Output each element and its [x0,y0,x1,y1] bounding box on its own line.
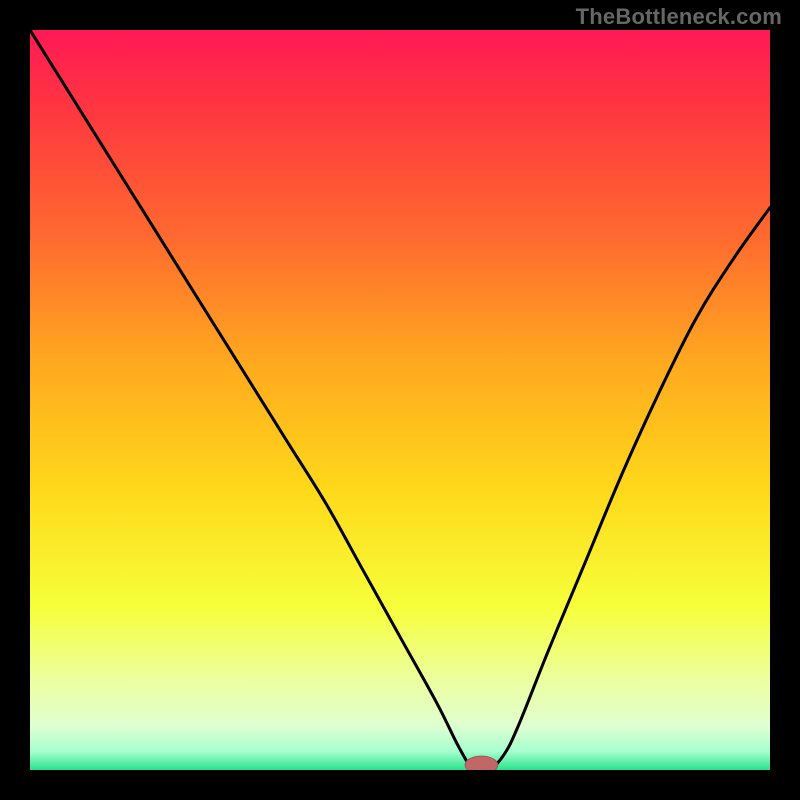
optimal-point-marker [465,756,498,770]
watermark-text: TheBottleneck.com [576,4,782,30]
plot-background [30,30,770,770]
chart-frame: TheBottleneck.com [0,0,800,800]
plot-svg [30,30,770,770]
plot-area [30,30,770,770]
